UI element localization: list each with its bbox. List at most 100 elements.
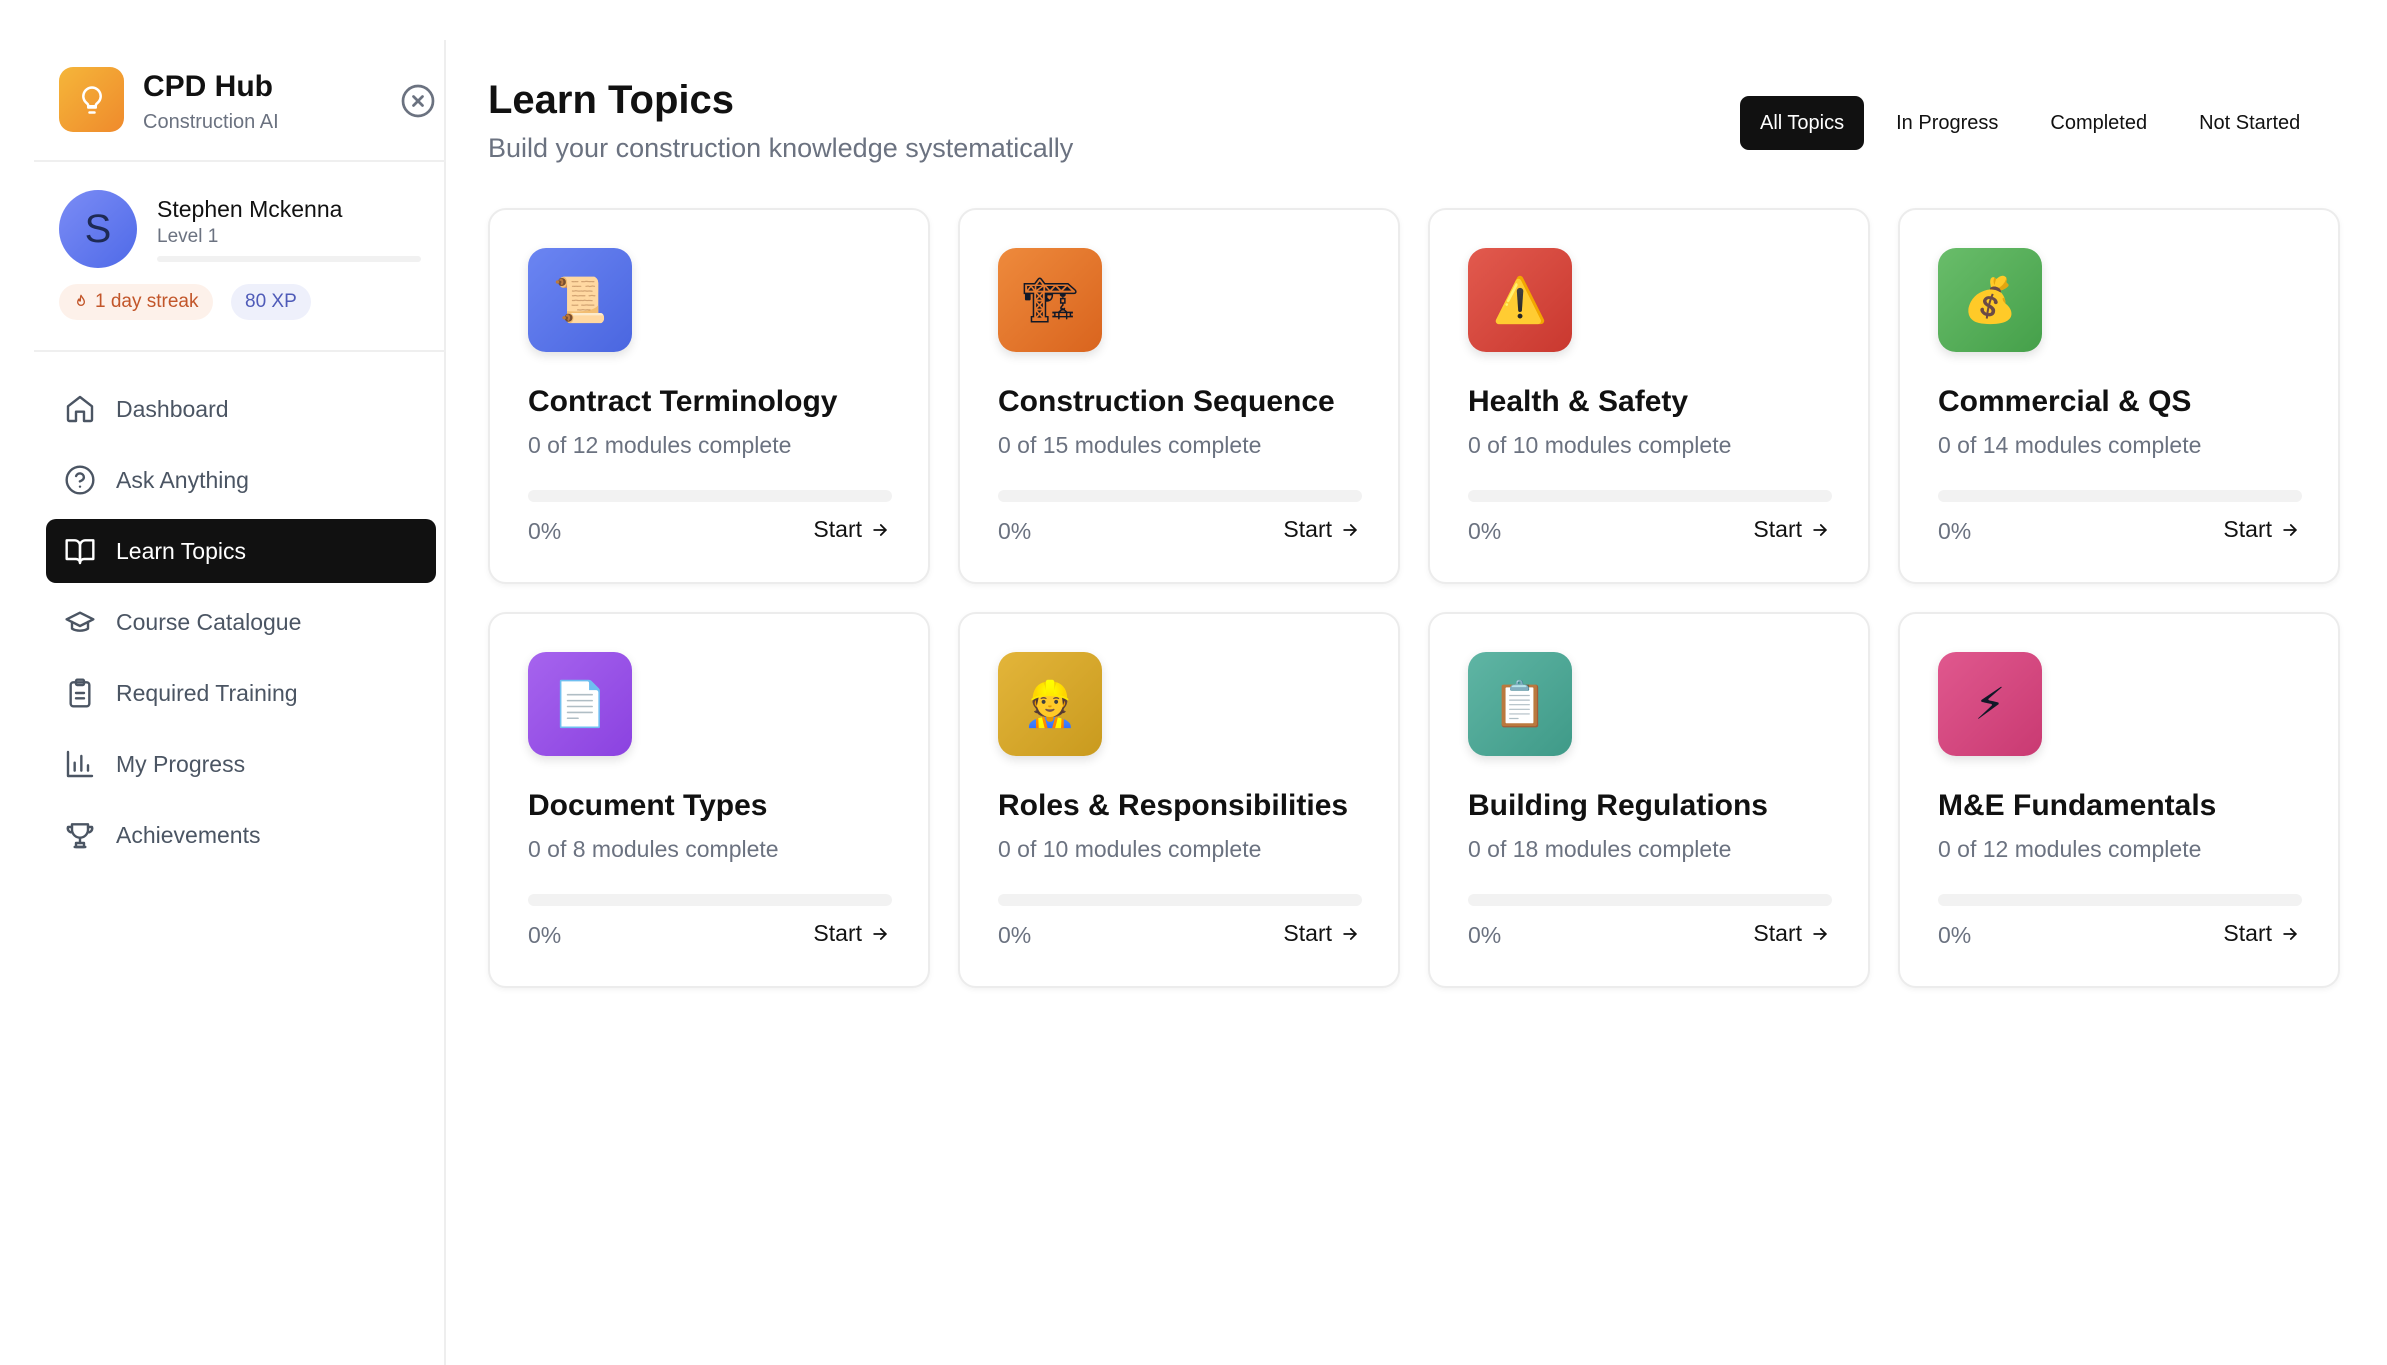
topics-grid: 📜 Contract Terminology 0 of 12 modules c… [488,208,2340,988]
topic-title: M&E Fundamentals [1938,789,2217,822]
start-button[interactable]: Start [1283,516,1360,543]
arrow-right-icon [2283,523,2297,536]
sidebar-item-learn-topics[interactable]: Learn Topics [46,519,436,583]
start-label: Start [813,516,862,542]
clipboard-icon: 📋 [1468,652,1572,756]
sidebar-item-label: Course Catalogue [116,608,302,635]
graduation-cap-icon [65,611,95,632]
topic-title: Document Types [528,789,768,822]
help-circle-icon [65,465,95,495]
topic-card[interactable]: ⚡ M&E Fundamentals 0 of 12 modules compl… [1898,612,2340,988]
sidebar-item-label: Learn Topics [116,537,246,564]
start-label: Start [2223,516,2272,542]
topic-progress-bar [1938,490,2302,502]
topic-percent: 0% [1468,518,1502,544]
topic-card[interactable]: 👷 Roles & Responsibilities 0 of 10 modul… [958,612,1400,988]
topic-progress-text: 0 of 12 modules complete [1938,836,2202,862]
page-title: Learn Topics [488,78,734,122]
warning-icon: ⚠️ [1468,248,1572,352]
flame-icon [77,294,85,306]
user-name: Stephen Mckenna [157,196,343,222]
start-button[interactable]: Start [1753,516,1830,543]
streak-badge: 1 day streak [59,284,213,320]
brand-name: CPD Hub [143,70,273,103]
close-icon [401,84,435,118]
start-label: Start [2223,920,2272,946]
avatar[interactable]: S [59,190,137,268]
topic-progress-text: 0 of 10 modules complete [998,836,1262,862]
crane-icon: 🏗 [998,248,1102,352]
topic-card[interactable]: 📋 Building Regulations 0 of 18 modules c… [1428,612,1870,988]
topic-title: Commercial & QS [1938,385,2192,418]
sidebar-item-my-progress[interactable]: My Progress [46,732,436,796]
arrow-right-icon [873,523,887,536]
topic-progress-text: 0 of 8 modules complete [528,836,779,862]
sidebar-item-course-catalogue[interactable]: Course Catalogue [46,590,436,654]
topic-card[interactable]: 🏗 Construction Sequence 0 of 15 modules … [958,208,1400,584]
topic-percent: 0% [1938,518,1972,544]
topic-card[interactable]: 📜 Contract Terminology 0 of 12 modules c… [488,208,930,584]
topic-title: Roles & Responsibilities [998,789,1349,822]
start-button[interactable]: Start [2223,920,2300,947]
arrow-right-icon [1343,927,1357,940]
start-label: Start [1753,920,1802,946]
tab-all-topics[interactable]: All Topics [1740,96,1865,150]
topic-card[interactable]: ⚠️ Health & Safety 0 of 10 modules compl… [1428,208,1870,584]
start-button[interactable]: Start [813,516,890,543]
scroll-icon: 📜 [528,248,632,352]
tab-completed[interactable]: Completed [2030,96,2167,150]
xp-badge: 80 XP [231,284,311,320]
user-level: Level 1 [157,226,219,247]
topic-percent: 0% [998,518,1032,544]
topic-title: Building Regulations [1468,789,1768,822]
level-progress-bar [157,256,421,262]
user-profile: S Stephen Mckenna Level 1 1 day streak 8… [59,190,444,370]
arrow-right-icon [873,927,887,940]
sidebar-item-ask-anything[interactable]: Ask Anything [46,448,436,512]
sidebar: CPD Hub Construction AI S Stephen Mckenn… [34,40,446,1365]
topic-percent: 0% [528,922,562,948]
tab-in-progress[interactable]: In Progress [1876,96,2018,150]
sidebar-item-dashboard[interactable]: Dashboard [46,377,436,441]
topic-card[interactable]: 📄 Document Types 0 of 8 modules complete… [488,612,930,988]
close-sidebar-button[interactable] [399,82,437,120]
sidebar-item-label: Achievements [116,821,261,848]
arrow-right-icon [2283,927,2297,940]
sidebar-item-label: Ask Anything [116,466,249,493]
topic-progress-bar [998,490,1362,502]
start-button[interactable]: Start [1283,920,1360,947]
start-button[interactable]: Start [813,920,890,947]
page-subtitle: Build your construction knowledge system… [488,133,1074,163]
money-bag-icon: 💰 [1938,248,2042,352]
topic-percent: 0% [998,922,1032,948]
sidebar-item-label: Required Training [116,679,298,706]
start-button[interactable]: Start [1753,920,1830,947]
tab-not-started[interactable]: Not Started [2179,96,2320,150]
topic-card[interactable]: 💰 Commercial & QS 0 of 14 modules comple… [1898,208,2340,584]
sidebar-item-achievements[interactable]: Achievements [46,803,436,867]
topic-progress-text: 0 of 12 modules complete [528,432,792,458]
topic-progress-text: 0 of 15 modules complete [998,432,1262,458]
trophy-icon [66,823,94,849]
topic-progress-text: 0 of 18 modules complete [1468,836,1732,862]
brand: CPD Hub Construction AI [59,67,444,137]
topic-progress-bar [1468,894,1832,906]
topic-progress-bar [528,490,892,502]
topic-title: Construction Sequence [998,385,1335,418]
start-label: Start [813,920,862,946]
topic-progress-bar [1938,894,2302,906]
topic-progress-text: 0 of 10 modules complete [1468,432,1732,458]
sidebar-item-label: My Progress [116,750,246,777]
topic-filter-tabs: All Topics In Progress Completed Not Sta… [1740,96,2332,150]
topic-progress-bar [998,894,1362,906]
start-button[interactable]: Start [2223,516,2300,543]
start-label: Start [1753,516,1802,542]
home-icon [66,395,94,423]
divider [34,160,446,162]
arrow-right-icon [1343,523,1357,536]
start-label: Start [1283,516,1332,542]
lightning-icon: ⚡ [1938,652,2042,756]
start-label: Start [1283,920,1332,946]
book-open-icon [65,539,95,565]
sidebar-item-required-training[interactable]: Required Training [46,661,436,725]
